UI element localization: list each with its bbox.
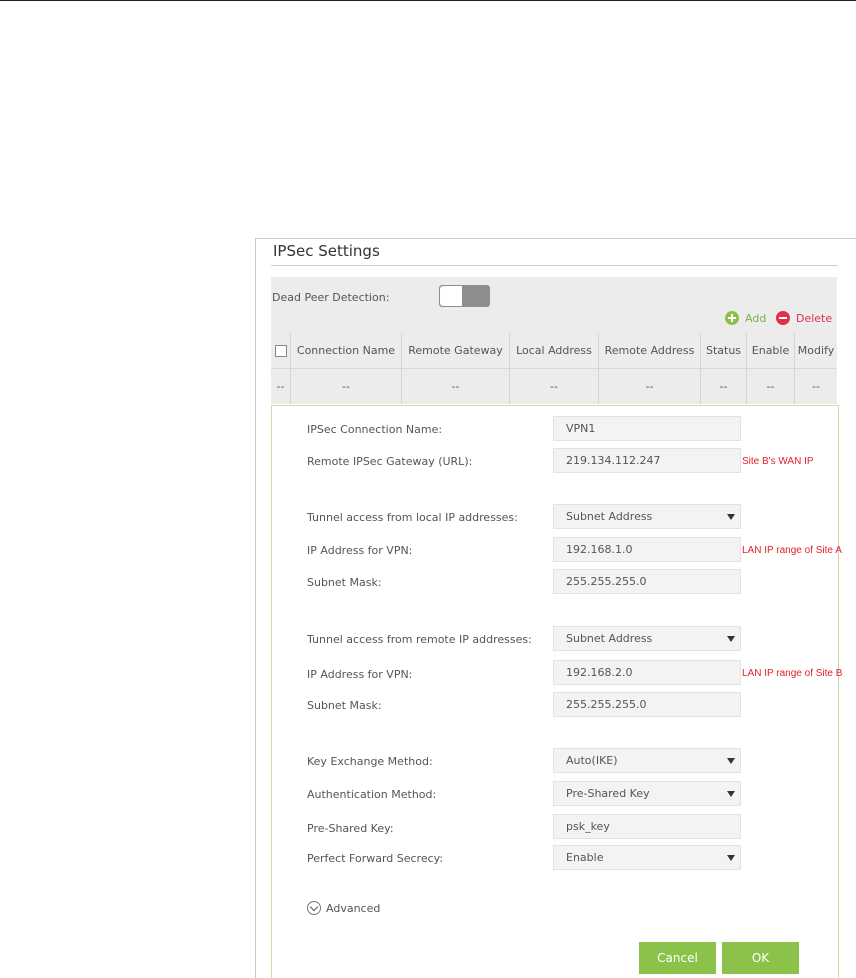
table-header-row: Connection Name Remote Gateway Local Add… bbox=[271, 333, 837, 369]
ipsec-edit-form: IPSec Connection Name: VPN1 Remote IPSec… bbox=[271, 405, 843, 978]
psk-label: Pre-Shared Key: bbox=[307, 822, 394, 835]
col-remote-address: Remote Address bbox=[599, 333, 701, 368]
dpd-label: Dead Peer Detection: bbox=[272, 291, 390, 304]
advanced-toggle[interactable]: Advanced bbox=[307, 901, 380, 915]
ok-button[interactable]: OK bbox=[722, 942, 799, 974]
chevron-down-icon bbox=[727, 855, 735, 861]
col-remote-gateway: Remote Gateway bbox=[402, 333, 510, 368]
local-access-value: Subnet Address bbox=[566, 510, 653, 523]
select-all-cell bbox=[271, 333, 291, 368]
plus-circle-icon bbox=[725, 311, 739, 325]
local-mask-label: Subnet Mask: bbox=[307, 576, 382, 589]
add-button[interactable]: Add bbox=[725, 310, 766, 326]
row-cell: -- bbox=[747, 369, 795, 404]
local-access-label: Tunnel access from local IP addresses: bbox=[307, 511, 518, 524]
row-cell: -- bbox=[271, 369, 291, 404]
local-ip-note: LAN IP range of Site A bbox=[742, 545, 842, 556]
remote-access-select[interactable]: Subnet Address bbox=[553, 626, 741, 651]
chevron-down-circle-icon bbox=[307, 901, 321, 915]
toggle-knob bbox=[440, 286, 462, 306]
local-access-select[interactable]: Subnet Address bbox=[553, 504, 741, 529]
col-local-address: Local Address bbox=[510, 333, 599, 368]
col-connection-name: Connection Name bbox=[291, 333, 402, 368]
auth-method-value: Pre-Shared Key bbox=[566, 787, 650, 800]
title-divider bbox=[271, 265, 838, 266]
row-cell: -- bbox=[701, 369, 747, 404]
remote-mask-label: Subnet Mask: bbox=[307, 699, 382, 712]
key-exchange-value: Auto(IKE) bbox=[566, 754, 618, 767]
remote-access-label: Tunnel access from remote IP addresses: bbox=[307, 633, 532, 646]
remote-gateway-label: Remote IPSec Gateway (URL): bbox=[307, 455, 473, 468]
remote-gateway-note: Site B's WAN IP bbox=[742, 456, 814, 467]
col-enable: Enable bbox=[747, 333, 795, 368]
cancel-button[interactable]: Cancel bbox=[639, 942, 716, 974]
remote-ip-note: LAN IP range of Site B bbox=[742, 668, 843, 679]
select-all-checkbox[interactable] bbox=[274, 344, 287, 357]
chevron-down-icon bbox=[727, 636, 735, 642]
dpd-toggle[interactable] bbox=[439, 285, 490, 307]
auth-method-label: Authentication Method: bbox=[307, 788, 437, 801]
key-exchange-label: Key Exchange Method: bbox=[307, 755, 433, 768]
advanced-label: Advanced bbox=[326, 901, 381, 915]
delete-button[interactable]: Delete bbox=[776, 310, 832, 326]
key-exchange-select[interactable]: Auto(IKE) bbox=[553, 748, 741, 773]
remote-ip-input[interactable]: 192.168.2.0 bbox=[553, 660, 741, 685]
add-label: Add bbox=[745, 311, 767, 325]
conn-name-input[interactable]: VPN1 bbox=[553, 416, 741, 441]
ipsec-settings-panel: IPSec Settings Dead Peer Detection: Add … bbox=[255, 238, 856, 978]
psk-input[interactable]: psk_key bbox=[553, 814, 741, 839]
table-row: -- -- -- -- -- -- -- -- bbox=[271, 369, 837, 404]
col-status: Status bbox=[701, 333, 747, 368]
conn-name-label: IPSec Connection Name: bbox=[307, 423, 443, 436]
minus-circle-icon bbox=[776, 311, 790, 325]
chevron-down-icon bbox=[727, 514, 735, 520]
row-cell: -- bbox=[402, 369, 510, 404]
chevron-down-icon bbox=[727, 758, 735, 764]
row-cell: -- bbox=[510, 369, 599, 404]
remote-mask-input[interactable]: 255.255.255.0 bbox=[553, 692, 741, 717]
pfs-select[interactable]: Enable bbox=[553, 845, 741, 870]
delete-label: Delete bbox=[796, 311, 833, 325]
page-title: IPSec Settings bbox=[273, 242, 380, 260]
remote-gateway-input[interactable]: 219.134.112.247 bbox=[553, 448, 741, 473]
local-ip-label: IP Address for VPN: bbox=[307, 544, 413, 557]
remote-ip-label: IP Address for VPN: bbox=[307, 668, 413, 681]
row-cell: -- bbox=[812, 380, 820, 393]
remote-access-value: Subnet Address bbox=[566, 632, 653, 645]
row-cell: -- bbox=[291, 369, 402, 404]
pfs-label: Perfect Forward Secrecy: bbox=[307, 852, 444, 865]
pfs-value: Enable bbox=[566, 851, 604, 864]
local-ip-input[interactable]: 192.168.1.0 bbox=[553, 537, 741, 562]
auth-method-select[interactable]: Pre-Shared Key bbox=[553, 781, 741, 806]
chevron-down-icon bbox=[727, 791, 735, 797]
local-mask-input[interactable]: 255.255.255.0 bbox=[553, 569, 741, 594]
connections-table: Connection Name Remote Gateway Local Add… bbox=[271, 333, 837, 405]
top-rule bbox=[0, 0, 856, 1]
col-modify: Modify bbox=[797, 344, 835, 357]
row-cell: -- bbox=[599, 369, 701, 404]
